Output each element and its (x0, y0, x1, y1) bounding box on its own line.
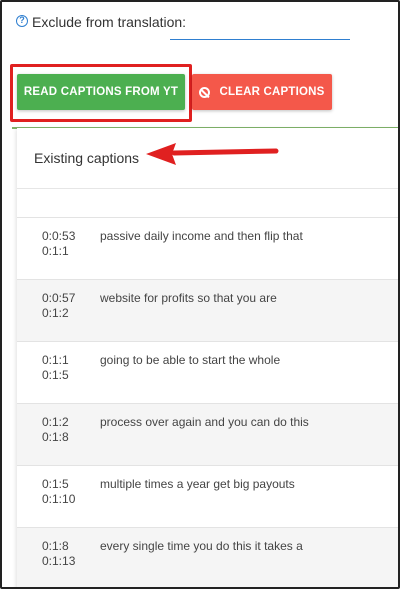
caption-end-time: 0:1:13 (42, 554, 76, 568)
caption-start-time: 0:1:1 (42, 353, 69, 367)
caption-start-time: 0:1:8 (42, 539, 69, 553)
caption-end-time: 0:1:10 (42, 492, 76, 506)
caption-row[interactable]: 0:1:8 0:1:13 every single time you do this… (17, 527, 398, 587)
caption-row[interactable]: 0:0:53 0:1:1 passive daily income and then… (17, 217, 398, 279)
caption-text: going to be able to start the whole (100, 353, 281, 367)
caption-start-time: 0:1:5 (42, 477, 69, 491)
read-captions-button[interactable]: READ CAPTIONS FROM YT (17, 74, 185, 110)
caption-text: passive daily income and then flip that (100, 229, 303, 243)
exclude-label: Exclude from translation: (32, 14, 187, 30)
caption-row[interactable]: 0:1:5 0:1:10 multiple times a year get big… (17, 465, 398, 527)
help-icon[interactable]: ? (16, 15, 28, 27)
caption-row[interactable]: 0:1:1 0:1:5 going to be able to start the … (17, 341, 398, 403)
ban-icon (199, 86, 211, 98)
read-captions-label: READ CAPTIONS FROM YT (23, 86, 179, 98)
caption-row[interactable]: 0:0:57 0:1:2 website for profits so that y… (17, 279, 398, 341)
caption-end-time: 0:1:5 (42, 368, 69, 382)
caption-start-time: 0:1:2 (42, 415, 69, 429)
caption-start-time: 0:0:57 (42, 291, 76, 305)
exclude-row: ? Exclude from translation: (16, 12, 396, 48)
app-frame: ? Exclude from translation: READ CAPTION… (0, 0, 400, 589)
title-divider (17, 188, 398, 189)
arrow-annotation-icon (146, 143, 279, 165)
exclude-input[interactable] (170, 16, 350, 40)
caption-text: process over again and you can do this (100, 415, 309, 429)
caption-end-time: 0:1:1 (42, 244, 69, 258)
caption-text: multiple times a year get big payouts (100, 477, 295, 491)
captions-title: Existing captions (34, 150, 140, 166)
caption-start-time: 0:0:53 (42, 229, 76, 243)
caption-text: website for profits so that you are (100, 291, 277, 305)
clear-captions-label: CLEAR CAPTIONS (219, 86, 325, 98)
caption-text: every single time you do this it takes a (100, 539, 303, 553)
clear-captions-button[interactable]: CLEAR CAPTIONS (192, 74, 332, 110)
caption-end-time: 0:1:8 (42, 430, 69, 444)
caption-end-time: 0:1:2 (42, 306, 69, 320)
caption-row[interactable]: 0:1:2 0:1:8 process over again and you can… (17, 403, 398, 465)
